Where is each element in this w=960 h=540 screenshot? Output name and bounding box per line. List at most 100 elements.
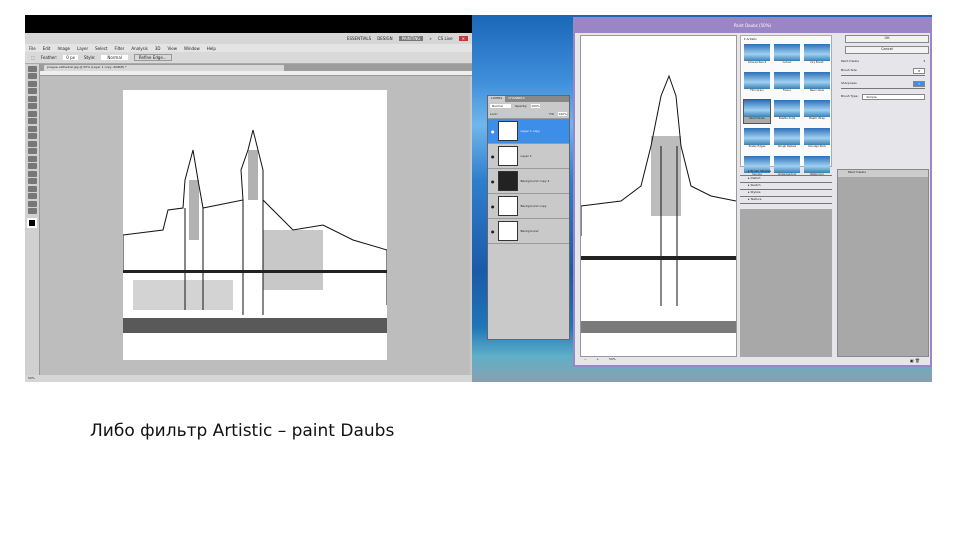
menu-file[interactable]: File bbox=[29, 46, 36, 51]
filter-thumbnail[interactable]: Neon Glow bbox=[804, 72, 830, 95]
canvas-area[interactable] bbox=[40, 76, 470, 375]
workspace-painting[interactable]: PAINTING bbox=[398, 36, 424, 41]
marquee-tool-icon[interactable] bbox=[28, 73, 37, 79]
dodge-tool-icon[interactable] bbox=[28, 163, 37, 169]
marquee-icon[interactable]: ⬚ bbox=[31, 55, 35, 60]
sharpness-input[interactable]: 7 bbox=[913, 81, 925, 87]
menu-filter[interactable]: Filter bbox=[114, 46, 124, 51]
preview-sketch bbox=[580, 74, 737, 333]
eye-icon[interactable]: ● bbox=[491, 154, 495, 159]
cancel-button[interactable]: Cancel bbox=[845, 46, 929, 54]
tab-channels[interactable]: CHANNELS bbox=[505, 96, 527, 102]
close-icon[interactable]: ✕ bbox=[458, 36, 468, 41]
filter-thumbnail[interactable]: Fresco bbox=[774, 72, 800, 95]
workspace-essentials[interactable]: ESSENTIALS bbox=[347, 36, 371, 41]
brush-size-slider[interactable] bbox=[841, 75, 925, 76]
layer-row[interactable]: ● Layer 1 bbox=[488, 144, 569, 169]
zoom-minus-icon[interactable]: − bbox=[584, 357, 587, 363]
filter-label: Fresco bbox=[782, 89, 792, 92]
filter-thumbnail[interactable]: Smudge Stick bbox=[804, 128, 830, 151]
filter-thumbnail[interactable]: Cutout bbox=[774, 44, 800, 67]
layer-row[interactable]: ● Background bbox=[488, 219, 569, 244]
move-tool-icon[interactable] bbox=[28, 65, 37, 72]
filter-thumbnail[interactable]: Plastic Wrap bbox=[804, 100, 830, 123]
brush-type-select[interactable]: Simple bbox=[861, 94, 925, 100]
tab-layers[interactable]: LAYERS bbox=[488, 96, 506, 102]
menu-edit[interactable]: Edit bbox=[43, 46, 51, 51]
menu-analysis[interactable]: Analysis bbox=[131, 46, 147, 51]
filter-label: Plastic Wrap bbox=[809, 117, 825, 120]
blur-tool-icon[interactable] bbox=[28, 155, 37, 162]
filter-thumbnail[interactable]: Palette Knife bbox=[774, 100, 800, 123]
refine-edge-button[interactable]: Refine Edge... bbox=[133, 54, 172, 61]
path-select-tool-icon[interactable] bbox=[28, 185, 37, 192]
layer-row[interactable]: ● Background copy bbox=[488, 194, 569, 219]
effect-layer[interactable]: Paint Daubs bbox=[838, 170, 928, 177]
lasso-tool-icon[interactable] bbox=[28, 80, 37, 87]
eye-icon[interactable]: ● bbox=[491, 204, 495, 209]
menu-3d[interactable]: 3D bbox=[155, 46, 161, 51]
eye-icon[interactable]: ● bbox=[491, 229, 495, 234]
feather-label: Feather: bbox=[40, 55, 58, 60]
category-row[interactable]: ▸ Brush Strokes bbox=[740, 169, 832, 176]
brush-size-input[interactable]: 8 bbox=[913, 68, 925, 74]
brush-tool-icon[interactable] bbox=[28, 118, 37, 124]
quick-select-tool-icon[interactable] bbox=[28, 88, 37, 94]
hand-tool-icon[interactable] bbox=[28, 200, 37, 207]
menu-help[interactable]: Help bbox=[207, 46, 216, 51]
zoom-level[interactable]: 50% bbox=[609, 357, 616, 363]
pen-tool-icon[interactable] bbox=[28, 170, 37, 177]
filter-thumbnail[interactable]: Poster Edges bbox=[744, 128, 770, 151]
eye-icon[interactable]: ● bbox=[491, 179, 495, 184]
category-row[interactable]: ▸ Texture bbox=[740, 197, 832, 204]
style-select[interactable]: Normal bbox=[101, 55, 128, 60]
filter-categories: ▸ Brush Strokes ▸ Distort ▸ Sketch ▸ Styliz… bbox=[740, 169, 832, 209]
blend-mode-select[interactable]: Normal bbox=[490, 104, 511, 108]
crop-tool-icon[interactable] bbox=[28, 95, 37, 102]
filter-preview-image bbox=[744, 128, 770, 145]
eye-icon[interactable]: ● bbox=[491, 129, 495, 134]
category-label: Stylize bbox=[750, 190, 761, 194]
opacity-input[interactable]: 100% bbox=[531, 104, 540, 108]
zoom-tool-icon[interactable] bbox=[28, 208, 37, 214]
filter-preview-image bbox=[804, 44, 830, 61]
cs-live[interactable]: CS Live bbox=[438, 36, 453, 41]
stamp-tool-icon[interactable] bbox=[28, 125, 37, 132]
zoom-plus-icon[interactable]: + bbox=[597, 357, 600, 363]
workspace-design[interactable]: DESIGN bbox=[377, 36, 392, 41]
filter-thumbnail[interactable]: Rough Pastels bbox=[774, 128, 800, 151]
toolbox bbox=[25, 64, 40, 375]
fill-input[interactable]: 100% bbox=[558, 112, 567, 116]
menu-view[interactable]: View bbox=[168, 46, 178, 51]
filter-thumbnail[interactable]: Film Grain bbox=[744, 72, 770, 95]
menu-window[interactable]: Window bbox=[184, 46, 200, 51]
effect-select[interactable]: Paint Daubs ▾ bbox=[841, 59, 925, 63]
healing-tool-icon[interactable] bbox=[28, 110, 37, 117]
document-image bbox=[122, 90, 388, 360]
color-swatches[interactable] bbox=[27, 218, 37, 228]
new-effect-layer-icon[interactable]: ▣ 🗑 bbox=[910, 358, 920, 363]
type-tool-icon[interactable] bbox=[28, 178, 37, 184]
shape-tool-icon[interactable] bbox=[28, 193, 37, 199]
category-row[interactable]: ▸ Stylize bbox=[740, 190, 832, 197]
feather-input[interactable]: 0 px bbox=[63, 55, 78, 60]
eraser-tool-icon[interactable] bbox=[28, 140, 37, 147]
ok-button[interactable]: OK bbox=[845, 35, 929, 43]
filter-thumbnail[interactable]: Paint Daubs bbox=[743, 99, 771, 124]
filter-thumbnail[interactable]: Dry Brush bbox=[804, 44, 830, 67]
category-row[interactable]: ▸ Distort bbox=[740, 176, 832, 183]
category-row[interactable]: ▸ Sketch bbox=[740, 183, 832, 190]
filter-label: Dry Brush bbox=[810, 61, 824, 64]
eyedropper-tool-icon[interactable] bbox=[28, 103, 37, 109]
layer-row[interactable]: ● Layer 1 copy bbox=[488, 119, 569, 144]
layer-row[interactable]: ● Background copy 2 bbox=[488, 169, 569, 194]
history-brush-tool-icon[interactable] bbox=[28, 133, 37, 139]
menu-select[interactable]: Select bbox=[95, 46, 107, 51]
layers-panel: LAYERS CHANNELS Normal Opacity: 100% Loc… bbox=[487, 95, 570, 340]
menu-layer[interactable]: Layer bbox=[77, 46, 88, 51]
sharpness-slider[interactable] bbox=[841, 88, 925, 89]
gradient-tool-icon[interactable] bbox=[28, 148, 37, 154]
menu-image[interactable]: Image bbox=[57, 46, 70, 51]
filter-thumbnail[interactable]: Colored Pencil bbox=[744, 44, 770, 67]
workspace-more[interactable]: » bbox=[429, 36, 431, 41]
